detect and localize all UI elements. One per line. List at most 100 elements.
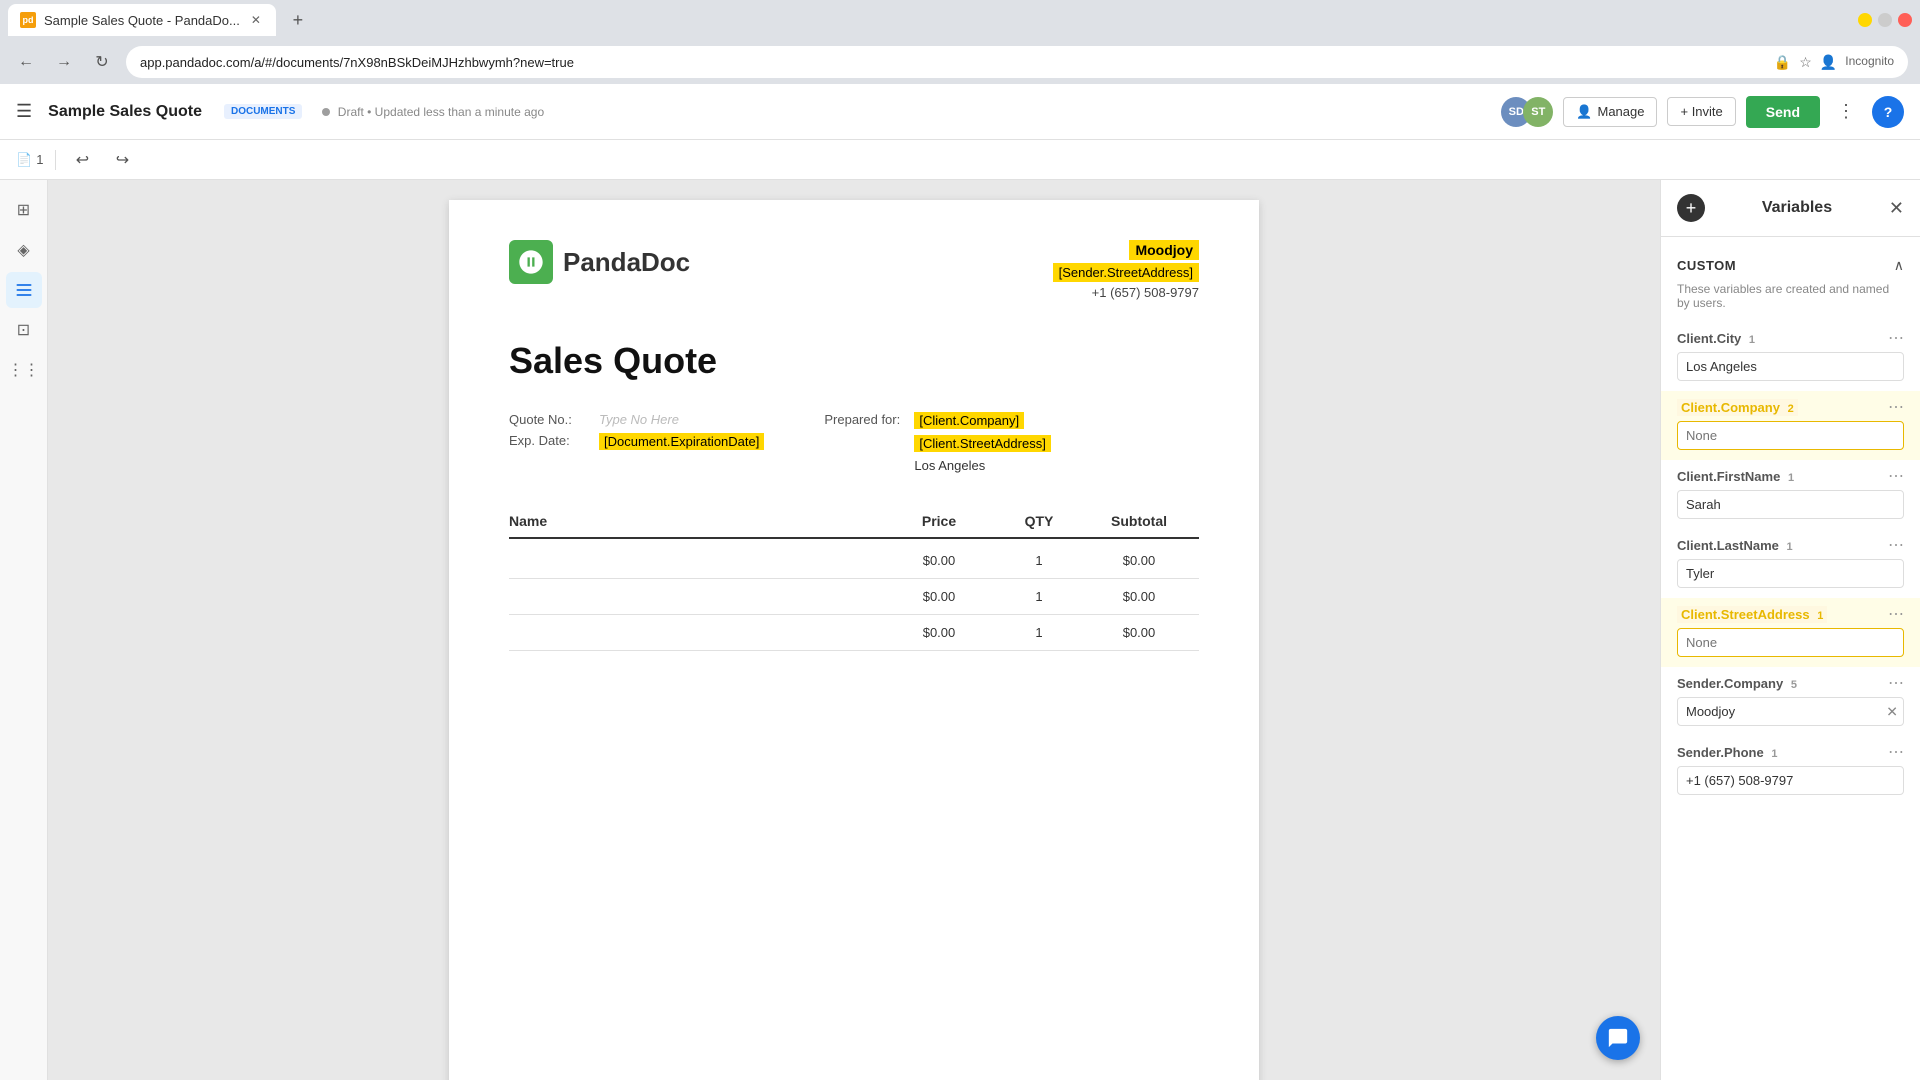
variable-more-btn[interactable]: ⋯ [1888,535,1904,555]
tab-title: Sample Sales Quote - PandaDo... [44,13,240,28]
menu-icon[interactable]: ☰ [16,101,32,122]
apps-icon[interactable]: ⋮⋮ [6,352,42,388]
panel-close-button[interactable]: ✕ [1889,198,1904,219]
variables-icon[interactable] [6,272,42,308]
exp-date-value: [Document.ExpirationDate] [599,433,764,450]
logo-text: PandaDoc [563,247,690,278]
variable-name-label: Sender.Company 5 [1677,676,1797,691]
variable-more-btn[interactable]: ⋯ [1888,397,1904,417]
undo-button[interactable]: ↩ [68,146,96,174]
close-btn[interactable] [1898,13,1912,27]
refresh-button[interactable]: ↻ [88,48,116,76]
company-phone-text: +1 (657) 508-9797 [1053,285,1199,300]
clear-sender-company-btn[interactable]: ✕ [1886,703,1898,720]
variable-company-input[interactable] [1677,421,1904,450]
quote-no-row: Quote No.: Type No Here [509,412,764,427]
more-options-button[interactable]: ⋮ [1830,96,1862,128]
client-city-text: Los Angeles [914,458,985,473]
new-tab-button[interactable]: + [284,6,312,34]
variable-name-label: Client.StreetAddress 1 [1677,606,1827,623]
tab-close-btn[interactable]: ✕ [248,12,264,28]
variable-lastname-input[interactable] [1677,559,1904,588]
browser-tab[interactable]: pd Sample Sales Quote - PandaDo... ✕ [8,4,276,36]
variable-city-input[interactable] [1677,352,1904,381]
doc-meta-right: Prepared for: [Client.Company] [Client.S… [824,412,1050,473]
left-sidebar: ⊞ ◈ ⊡ ⋮⋮ [0,180,48,1080]
variable-count: 2 [1788,403,1794,415]
maximize-btn[interactable] [1878,13,1892,27]
custom-title: CUSTOM [1677,258,1736,273]
forward-button[interactable]: → [50,48,78,76]
layers-icon[interactable]: ⊞ [6,192,42,228]
variable-more-btn[interactable]: ⋯ [1888,742,1904,762]
variable-name-row: Client.LastName 1 ⋯ [1677,535,1904,555]
variable-name-label: Sender.Phone 1 [1677,745,1777,760]
row1-qty: 1 [999,553,1079,568]
doc-meta-row: Quote No.: Type No Here Exp. Date: [Docu… [509,412,1199,473]
avatar-st: ST [1523,97,1553,127]
variable-client-city: Client.City 1 ⋯ [1661,322,1920,391]
variable-more-btn[interactable]: ⋯ [1888,604,1904,624]
variable-sender-phone: Sender.Phone 1 ⋯ [1661,736,1920,805]
variable-more-btn[interactable]: ⋯ [1888,466,1904,486]
back-button[interactable]: ← [12,48,40,76]
table-row: $0.00 1 $0.00 [509,543,1199,579]
client-address-row: [Client.StreetAddress] [824,435,1050,452]
company-info: Moodjoy [Sender.StreetAddress] +1 (657) … [1053,240,1199,300]
variable-more-btn[interactable]: ⋯ [1888,673,1904,693]
col-name: Name [509,513,879,529]
variable-name-label: Client.LastName 1 [1677,538,1793,553]
variable-client-streetaddress: Client.StreetAddress 1 ⋯ [1661,598,1920,667]
variable-count: 1 [1771,748,1777,760]
sender-company-field: ✕ [1677,697,1904,726]
variable-firstname-input[interactable] [1677,490,1904,519]
star-icon[interactable]: ☆ [1799,54,1812,71]
custom-chevron-icon[interactable]: ∧ [1894,257,1904,274]
variable-name-row: Client.City 1 ⋯ [1677,328,1904,348]
chat-bubble-button[interactable] [1596,1016,1640,1060]
variable-count: 1 [1749,334,1755,346]
panel-add-button[interactable]: + [1677,194,1705,222]
variable-name-label: Client.Company 2 [1677,399,1798,416]
variable-streetaddress-input[interactable] [1677,628,1904,657]
row2-subtotal: $0.00 [1079,589,1199,604]
row2-price: $0.00 [879,589,999,604]
variable-name-label: Client.FirstName 1 [1677,469,1794,484]
table-header: Name Price QTY Subtotal [509,513,1199,539]
shapes-icon[interactable]: ◈ [6,232,42,268]
page-count: 📄 1 [16,152,43,168]
row3-subtotal: $0.00 [1079,625,1199,640]
status-dot [322,108,330,116]
variable-name-row: Client.StreetAddress 1 ⋯ [1677,604,1904,624]
help-button[interactable]: ? [1872,96,1904,128]
prepared-label: Prepared for: [824,412,904,429]
col-qty: QTY [999,513,1079,529]
client-city-row: Los Angeles [824,458,1050,473]
variable-sender-phone-input[interactable] [1677,766,1904,795]
row2-qty: 1 [999,589,1079,604]
manage-button[interactable]: 👤 Manage [1563,97,1657,127]
address-bar[interactable]: app.pandadoc.com/a/#/documents/7nX98nBSk… [126,46,1908,78]
variable-client-company: Client.Company 2 ⋯ [1661,391,1920,460]
document-main-title: Sales Quote [509,340,1199,382]
quote-no-label: Quote No.: [509,412,589,427]
redo-button[interactable]: ↪ [108,146,136,174]
row3-price: $0.00 [879,625,999,640]
minimize-btn[interactable] [1858,13,1872,27]
send-button[interactable]: Send [1746,96,1820,128]
variable-sender-company-input[interactable] [1677,697,1904,726]
profile-icon[interactable]: 👤 [1820,54,1837,71]
doc-title: Sample Sales Quote [48,103,202,121]
toolbar-separator [55,150,56,170]
tab-favicon: pd [20,12,36,28]
invite-button[interactable]: + Invite [1667,97,1735,126]
table-row: $0.00 1 $0.00 [509,615,1199,651]
fields-icon[interactable]: ⊡ [6,312,42,348]
variable-more-btn[interactable]: ⋯ [1888,328,1904,348]
incognito-label: Incognito [1845,54,1894,71]
variable-name-label: Client.City 1 [1677,331,1755,346]
variables-content: CUSTOM ∧ These variables are created and… [1661,237,1920,1080]
quote-no-value: Type No Here [599,412,679,427]
prepared-for-row: Prepared for: [Client.Company] [824,412,1050,429]
header-right: SD ST 👤 Manage + Invite Send ⋮ ? [1501,96,1904,128]
